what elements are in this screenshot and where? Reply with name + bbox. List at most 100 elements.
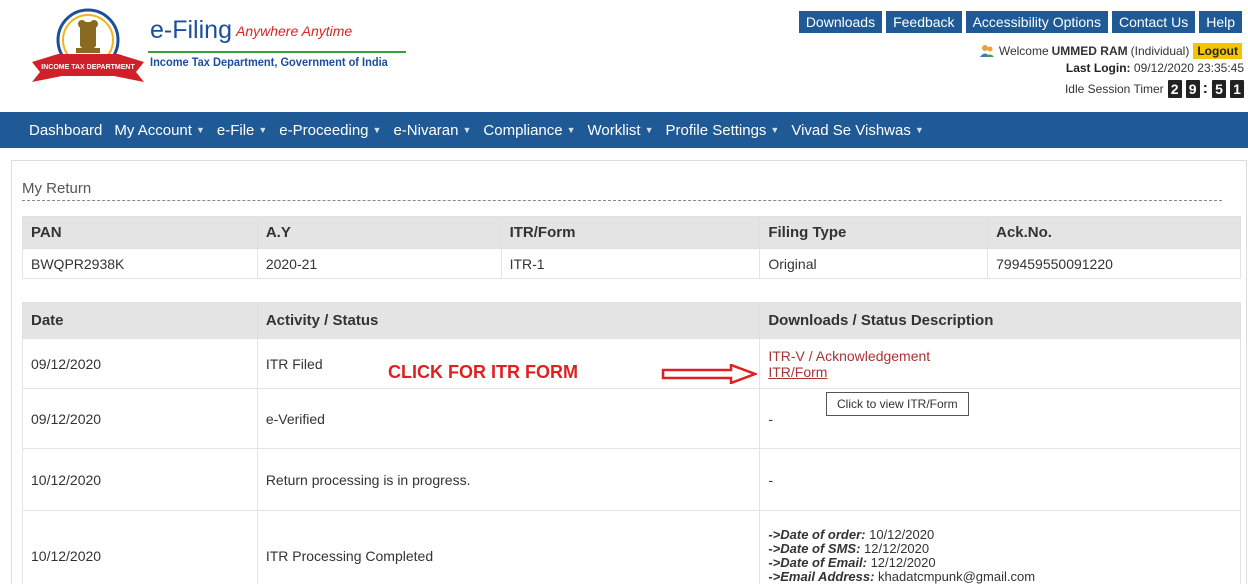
brand-divider (148, 51, 406, 53)
welcome-bar: Welcome UMMED RAM (Individual) Logout (979, 43, 1242, 59)
itr-v-acknowledgement-link[interactable]: ITR-V / Acknowledgement (768, 348, 1240, 364)
nav-profile-settings[interactable]: Profile Settings ▼ (666, 122, 780, 139)
table-header-row: PAN A.Y ITR/Form Filing Type Ack.No. (22, 216, 1241, 249)
itr-form-link[interactable]: ITR/Form (768, 364, 1240, 380)
top-nav-contact[interactable]: Contact Us (1111, 11, 1196, 33)
table-row: 09/12/2020 e-Verified - (22, 388, 1241, 449)
brand-title: e-Filing Anywhere Anytime (150, 16, 352, 45)
nav-dashboard[interactable]: Dashboard (29, 122, 102, 139)
idle-session-timer: Idle Session Timer 2 9 : 5 1 (1065, 80, 1244, 98)
table-header-row: Date Activity / Status Downloads / Statu… (22, 302, 1241, 339)
welcome-prefix: Welcome (998, 44, 1049, 58)
detail-sms-date: ->Date of SMS: 12/12/2020 (768, 540, 1240, 556)
brand-tagline: Anywhere Anytime (235, 23, 353, 39)
section-divider (22, 200, 1222, 201)
row-activity: Return processing is in progress. (256, 448, 761, 511)
chevron-down-icon: ▼ (462, 124, 472, 135)
top-nav-downloads[interactable]: Downloads (798, 11, 883, 33)
detail-label: ->Email Address: (768, 568, 875, 584)
table-row: BWQPR2938K 2020-21 ITR-1 Original 799459… (22, 248, 1241, 279)
nav-label: Compliance (483, 121, 563, 139)
site-header: INCOME TAX DEPARTMENT e-Filing Anywhere A… (0, 0, 1248, 104)
col-date: Date (22, 302, 258, 339)
row-date: 09/12/2020 (22, 388, 258, 449)
row-date: 10/12/2020 (22, 448, 258, 511)
row-activity: e-Verified (256, 388, 761, 449)
col-activity: Activity / Status (256, 302, 761, 339)
table-row: 10/12/2020 ITR Processing Completed ->Da… (22, 510, 1241, 584)
nav-label: Worklist (587, 121, 641, 139)
nav-label: e-Nivaran (393, 121, 459, 139)
timer-digit: 1 (1230, 80, 1244, 98)
row-details: ->Date of order: 10/12/2020 ->Date of SM… (759, 510, 1241, 584)
arrow-right-icon (661, 364, 757, 384)
nav-my-account[interactable]: My Account ▼ (114, 122, 204, 139)
last-login-value: 09/12/2020 23:35:45 (1133, 61, 1244, 75)
nav-label: Dashboard (29, 121, 103, 139)
top-nav: Downloads Feedback Accessibility Options… (798, 11, 1242, 33)
user-type: (Individual) (1130, 44, 1190, 58)
nav-e-nivaran[interactable]: e-Nivaran ▼ (393, 122, 471, 139)
top-nav-feedback[interactable]: Feedback (886, 11, 962, 33)
col-filing-type: Filing Type (759, 216, 989, 249)
return-summary-table: PAN A.Y ITR/Form Filing Type Ack.No. BWQ… (22, 216, 1241, 279)
top-nav-accessibility[interactable]: Accessibility Options (965, 11, 1108, 33)
brand-subtitle: Income Tax Department, Government of Ind… (150, 55, 388, 69)
tooltip: Click to view ITR/Form (826, 392, 969, 416)
col-itr-form: ITR/Form (500, 216, 761, 249)
detail-value: 10/12/2020 (869, 526, 935, 542)
main-nav: Dashboard My Account ▼ e-File ▼ e-Proceedi… (0, 112, 1248, 148)
chevron-down-icon: ▼ (372, 124, 382, 135)
timer-digit: 2 (1167, 80, 1182, 98)
section-title: My Return (22, 180, 92, 197)
detail-value: khadatcmpunk@gmail.com (878, 568, 1036, 584)
timer-digit: 9 (1185, 80, 1200, 98)
pan-value: BWQPR2938K (22, 248, 258, 279)
last-login: Last Login: 09/12/2020 23:35:45 (1066, 61, 1244, 75)
row-description: - (759, 448, 1241, 511)
detail-order-date: ->Date of order: 10/12/2020 (768, 526, 1240, 542)
top-nav-help[interactable]: Help (1199, 11, 1242, 33)
col-pan: PAN (22, 216, 258, 249)
annotation-text: CLICK FOR ITR FORM (388, 362, 578, 382)
nav-vivad-se-vishwas[interactable]: Vivad Se Vishwas ▼ (791, 122, 923, 139)
status-table: Date Activity / Status Downloads / Statu… (22, 302, 1241, 584)
nav-worklist[interactable]: Worklist ▼ (588, 122, 654, 139)
nav-label: e-Proceeding (279, 121, 369, 139)
row-date: 10/12/2020 (22, 510, 258, 584)
brand-name: e-Filing (150, 16, 232, 44)
filing-type-value: Original (759, 248, 989, 279)
row-activity: ITR Processing Completed (256, 510, 761, 584)
nav-compliance[interactable]: Compliance ▼ (483, 122, 575, 139)
nav-label: e-File (216, 121, 255, 139)
col-downloads: Downloads / Status Description (759, 302, 1241, 339)
detail-value: 12/12/2020 (870, 554, 936, 570)
chevron-down-icon: ▼ (566, 124, 576, 135)
chevron-down-icon: ▼ (258, 124, 268, 135)
nav-label: Vivad Se Vishwas (791, 121, 911, 139)
detail-label: ->Date of order: (768, 526, 866, 542)
ack-no-value: 799459550091220 (987, 248, 1241, 279)
chevron-down-icon: ▼ (644, 124, 654, 135)
row-date: 09/12/2020 (22, 338, 258, 389)
emblem-ribbon-text: INCOME TAX DEPARTMENT (41, 64, 135, 71)
detail-value: 12/12/2020 (864, 540, 930, 556)
chevron-down-icon: ▼ (914, 124, 924, 135)
timer-digit: 5 (1212, 80, 1226, 98)
col-ack-no: Ack.No. (987, 216, 1241, 249)
detail-email-address: ->Email Address: khadatcmpunk@gmail.com (768, 568, 1240, 584)
idle-timer-label: Idle Session Timer (1064, 82, 1164, 96)
nav-e-file[interactable]: e-File ▼ (217, 122, 267, 139)
table-row: 10/12/2020 Return processing is in progr… (22, 448, 1241, 511)
detail-label: ->Date of SMS: (768, 540, 861, 556)
nav-label: Profile Settings (665, 121, 767, 139)
itr-form-value: ITR-1 (500, 248, 761, 279)
nav-label: My Account (114, 121, 192, 139)
table-row: 09/12/2020 ITR Filed ITR-V / Acknowledge… (22, 338, 1241, 389)
emblem-logo[interactable]: INCOME TAX DEPARTMENT (28, 6, 148, 92)
detail-label: ->Date of Email: (768, 554, 867, 570)
nav-e-proceeding[interactable]: e-Proceeding ▼ (279, 122, 381, 139)
user-icon (979, 45, 994, 57)
logout-button[interactable]: Logout (1193, 43, 1242, 59)
last-login-label: Last Login: (1065, 61, 1131, 75)
